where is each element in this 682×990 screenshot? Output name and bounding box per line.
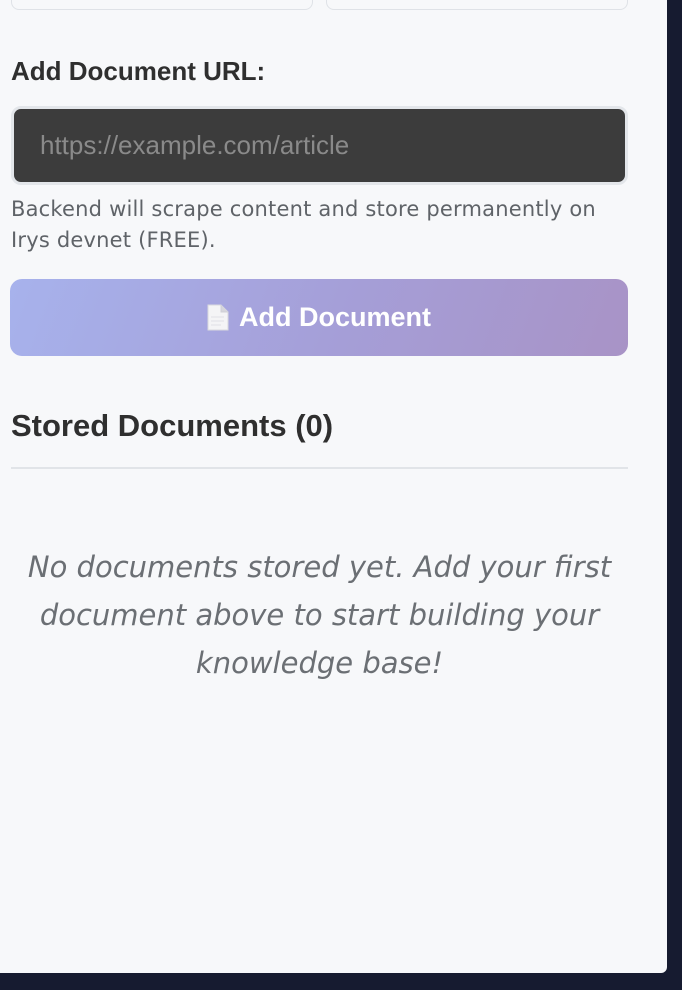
main-panel: Add Document URL: Backend will scrape co… bbox=[0, 0, 667, 973]
add-document-button-label: Add Document bbox=[239, 302, 431, 332]
section-divider bbox=[11, 467, 628, 469]
document-icon bbox=[207, 304, 229, 331]
document-url-input[interactable] bbox=[11, 106, 628, 185]
top-card-left[interactable] bbox=[11, 0, 313, 10]
url-help-text: Backend will scrape content and store pe… bbox=[11, 197, 596, 252]
empty-state-message: No documents stored yet. Add your first … bbox=[27, 550, 612, 680]
url-field-label: Add Document URL: bbox=[11, 56, 266, 86]
add-document-button[interactable]: Add Document bbox=[10, 279, 628, 356]
top-card-right[interactable] bbox=[326, 0, 628, 10]
stored-documents-title: Stored Documents (0) bbox=[11, 408, 334, 443]
